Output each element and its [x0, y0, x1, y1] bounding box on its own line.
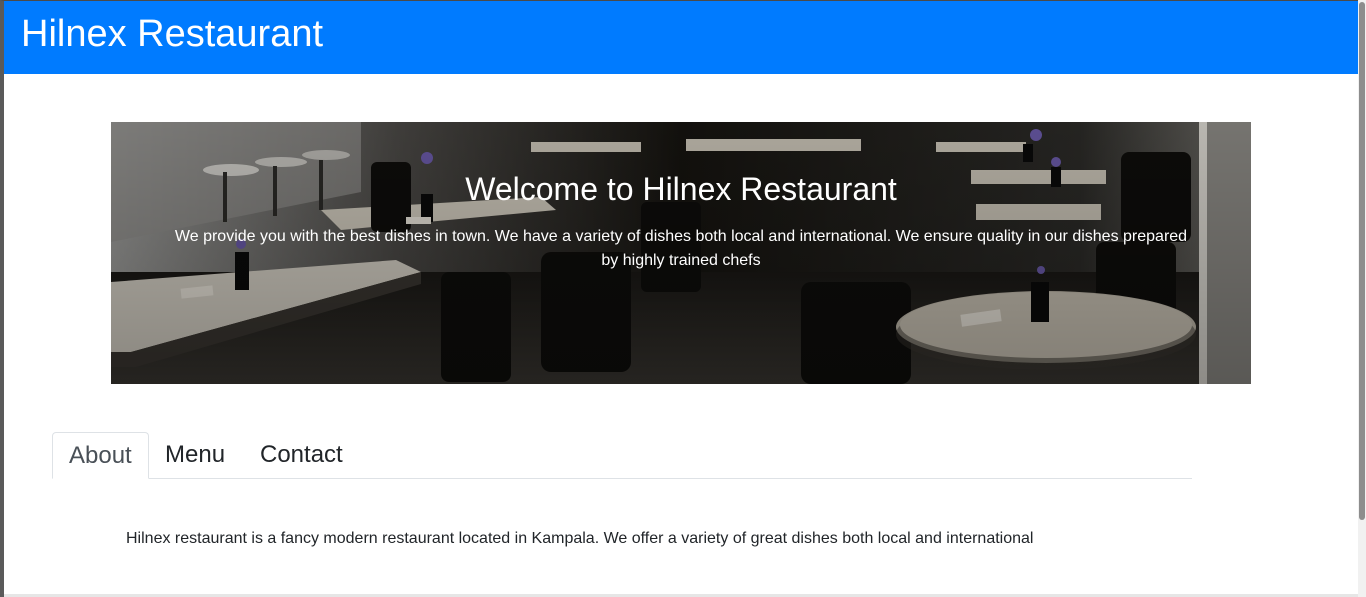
brand-title[interactable]: Hilnex Restaurant — [21, 12, 323, 56]
hero-title: Welcome to Hilnex Restaurant — [465, 171, 897, 207]
scrollbar[interactable] — [1358, 0, 1366, 597]
tab-contact[interactable]: Contact — [260, 432, 343, 478]
hero-banner: Welcome to Hilnex Restaurant We provide … — [111, 122, 1251, 384]
about-text: Hilnex restaurant is a fancy modern rest… — [126, 530, 1034, 547]
tab-menu[interactable]: Menu — [165, 432, 225, 478]
tab-about[interactable]: About — [52, 432, 149, 479]
tab-bar: About Menu Contact — [52, 432, 1192, 479]
scrollbar-thumb[interactable] — [1359, 2, 1365, 520]
hero-description: We provide you with the best dishes in t… — [174, 228, 1188, 269]
navbar: Hilnex Restaurant — [4, 1, 1358, 74]
